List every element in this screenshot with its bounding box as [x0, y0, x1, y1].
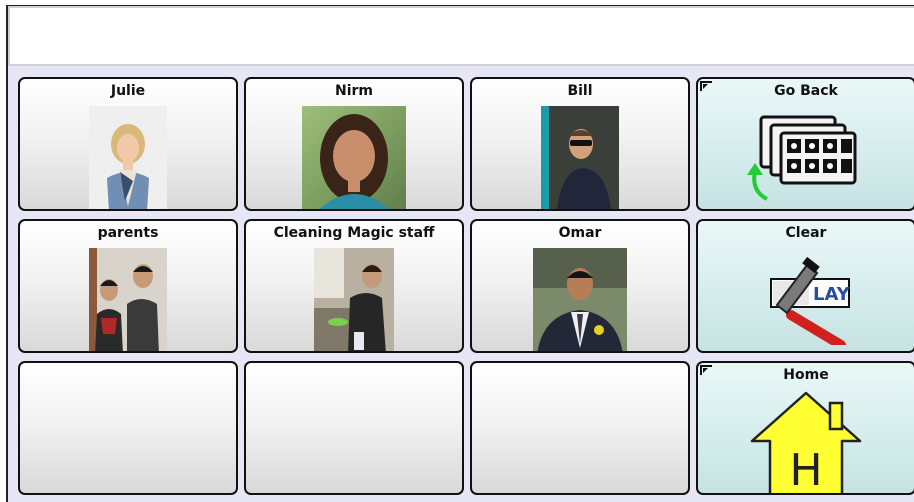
- cell-label-nirm: Nirm: [334, 83, 373, 99]
- cell-clear[interactable]: Clear LAY: [696, 219, 914, 353]
- cell-parents[interactable]: parents: [18, 219, 238, 353]
- cell-empty-2[interactable]: [244, 361, 464, 495]
- cell-label-omar: Omar: [558, 225, 602, 241]
- cell-cleaning-magic-staff[interactable]: Cleaning Magic staff: [244, 219, 464, 353]
- clear-eraser-icon: LAY: [770, 256, 851, 345]
- home-house-icon: H: [750, 391, 862, 495]
- parents-photo: [89, 248, 167, 351]
- clear-icon-text: LAY: [813, 284, 851, 305]
- home-icon-letter: H: [789, 445, 822, 495]
- cell-home[interactable]: Home H: [696, 361, 914, 495]
- cell-go-back[interactable]: Go Back: [696, 77, 914, 211]
- cell-empty-3[interactable]: [470, 361, 690, 495]
- cell-julie[interactable]: Julie: [18, 77, 238, 211]
- cell-label-clear: Clear: [785, 225, 827, 241]
- nirm-photo: [302, 106, 406, 209]
- cell-label-cleaning-magic-staff: Cleaning Magic staff: [273, 225, 435, 241]
- julie-photo: [89, 106, 167, 209]
- communication-grid: Julie Nirm Bill Go Back parents Cleaning…: [0, 0, 914, 502]
- cell-label-parents: parents: [97, 225, 159, 241]
- omar-photo: [533, 248, 627, 351]
- cell-omar[interactable]: Omar: [470, 219, 690, 353]
- cell-label-home: Home: [783, 367, 829, 383]
- cell-label-julie: Julie: [110, 83, 146, 99]
- cell-empty-1[interactable]: [18, 361, 238, 495]
- go-back-pages-icon: [747, 115, 857, 201]
- cleaning-magic-staff-photo: [314, 248, 394, 351]
- cell-label-go-back: Go Back: [774, 83, 838, 99]
- bill-photo: [541, 106, 619, 209]
- cell-nirm[interactable]: Nirm: [244, 77, 464, 211]
- cell-label-bill: Bill: [567, 83, 593, 99]
- cell-bill[interactable]: Bill: [470, 77, 690, 211]
